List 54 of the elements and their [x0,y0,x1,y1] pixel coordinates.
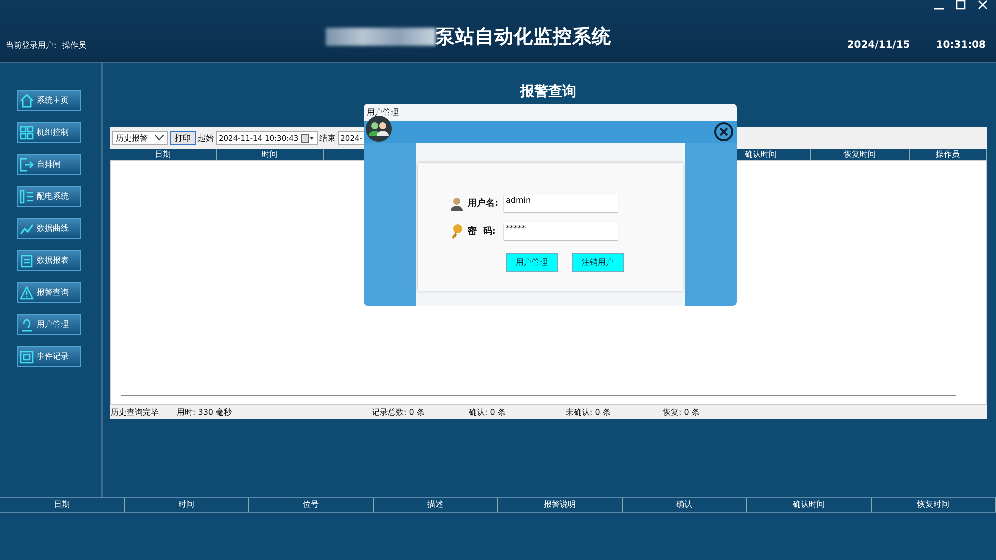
status-text: 记录总数: 0 条 [372,406,426,418]
dialog-button[interactable]: 注销用户 [572,253,624,272]
grid-icon [20,126,34,140]
dialog-button[interactable]: 用户管理 [506,253,558,272]
header-time: 10:31:08 [936,40,986,50]
list-icon [20,190,34,204]
column-header: 日期 [0,498,124,512]
column-header: 恢复时间 [872,498,996,512]
users-icon [366,116,392,142]
print-button[interactable]: 打印 [170,131,196,145]
status-text: 确认: 0 条 [469,406,507,418]
system-title: 泵站自动化监控系统 [436,25,612,50]
status-text: 历史查询完毕 [111,406,160,418]
calendar-caret-icon [300,134,315,142]
username-label: 用户名: [468,197,500,210]
page-title: 报警查询 [519,83,578,101]
caret-icon [155,135,164,141]
sidebar-item[interactable]: 用户管理 [17,314,81,335]
dialog-title: 用户管理 [366,107,400,119]
close-icon[interactable] [714,122,734,142]
column-header: 位号 [249,498,374,512]
sidebar-item[interactable]: 系统主页 [17,90,81,111]
password-field[interactable]: ***** [504,223,618,240]
alarm-type-dropdown[interactable]: 历史报警 [112,131,168,145]
current-user-name: 操作员 [62,40,87,50]
sidebar-item[interactable]: 数据曲线 [17,218,81,239]
column-header: 时间 [124,498,249,512]
column-header: 报警说明 [498,498,622,512]
column-header: 描述 [374,498,498,512]
current-user-label: 当前登录用户: [6,40,57,50]
column-header: 确认时间 [747,498,872,512]
column-header: 确认 [622,498,747,512]
clipboard-icon [20,254,34,268]
warning-icon [20,286,34,300]
status-text: 用时: 330 毫秒 [177,406,234,418]
status-text: 恢复: 0 条 [663,406,701,418]
start-label: 起始 [198,132,214,144]
maximize-icon[interactable] [956,0,966,10]
sidebar-item[interactable]: 数据报表 [17,250,81,271]
door-icon [20,158,34,172]
end-label: 结束 [320,132,336,144]
chart-line-icon [20,222,34,236]
home-icon [20,94,34,108]
sidebar-item[interactable]: 自排闸 [17,154,81,175]
username-field[interactable]: admin [504,195,618,212]
key-icon [450,224,464,240]
sidebar-item[interactable]: 配电系统 [17,186,81,207]
sidebar-item[interactable]: 事件记录 [17,346,81,367]
header-date: 2024/11/15 [847,40,910,50]
password-label: 密 码: [468,225,497,238]
sidebar-item[interactable]: 报警查询 [17,282,81,303]
book-icon [20,350,34,364]
status-text: 未确认: 0 条 [566,406,612,418]
sidebar-item[interactable]: 机组控制 [17,122,81,143]
